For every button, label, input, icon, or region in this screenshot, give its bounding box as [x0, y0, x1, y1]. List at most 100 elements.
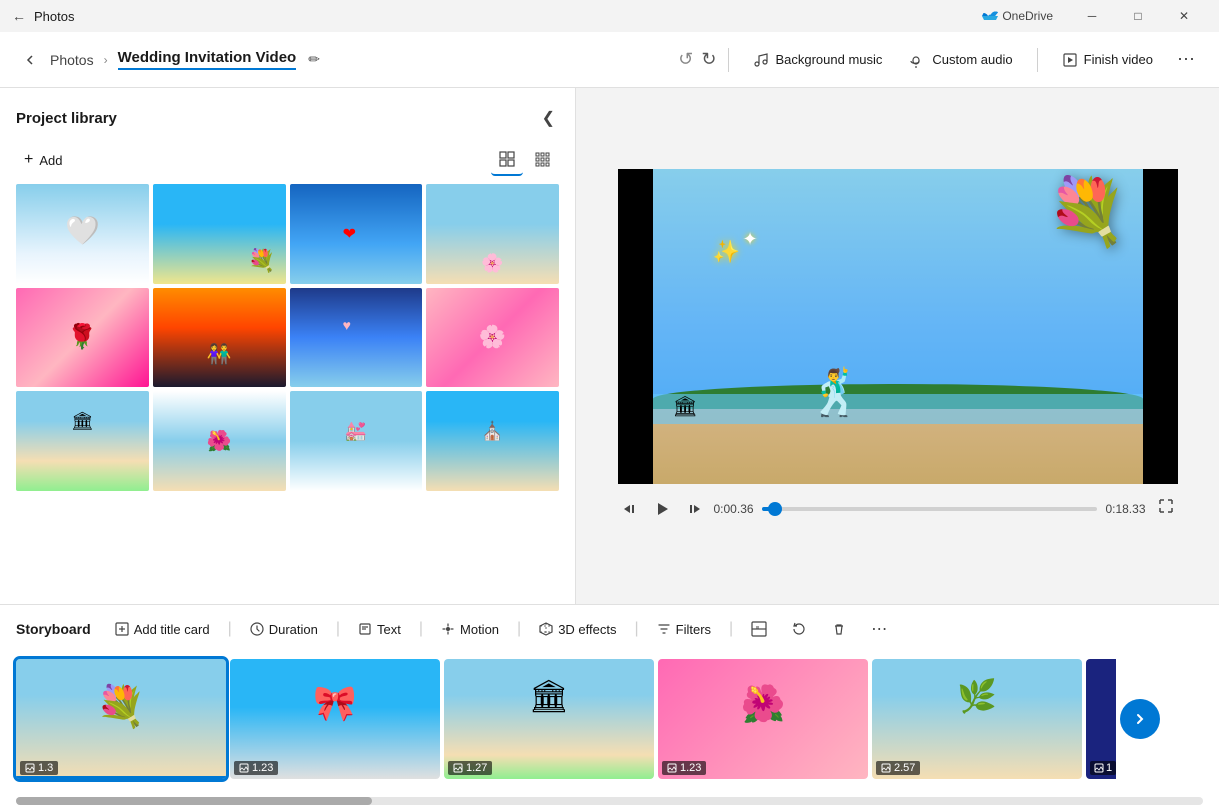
storyboard-item[interactable]: 🌺 1.23	[658, 659, 868, 779]
image-icon	[881, 763, 891, 773]
storyboard-duration-2: 1.23	[234, 761, 278, 775]
storyboard-more-button[interactable]: ⋯	[863, 615, 895, 643]
view-small-button[interactable]	[527, 144, 559, 176]
video-preview: 💐 🕺 ✨ ✦ 🏛	[618, 169, 1178, 484]
selection-bar	[16, 776, 226, 779]
storyboard-duration-5: 2.57	[876, 761, 920, 775]
back-icon[interactable]: ←	[12, 8, 26, 24]
motion-button[interactable]: Motion	[433, 618, 507, 641]
text-button[interactable]: Text	[350, 618, 409, 641]
image-icon	[667, 763, 677, 773]
onedrive-label: OneDrive	[982, 8, 1053, 24]
library-item[interactable]: 🌺	[153, 391, 286, 491]
audio-icon	[910, 52, 926, 68]
library-item[interactable]: ⛪	[426, 391, 559, 491]
image-icon	[453, 763, 463, 773]
current-time: 0:00.36	[714, 502, 754, 516]
storyboard-item[interactable]: 💐 1.3	[16, 659, 226, 779]
back-button[interactable]	[16, 46, 44, 74]
storyboard-strip: 💐 1.3 🎀 1.23 🏛 1.27 🌺	[0, 653, 1219, 793]
progress-thumb[interactable]	[768, 502, 782, 516]
text-icon	[358, 622, 372, 636]
more-options-button[interactable]: ⋯	[1169, 43, 1203, 76]
storyboard-item[interactable]: 🌿 2.57	[872, 659, 1082, 779]
progress-bar[interactable]	[762, 499, 1098, 519]
preview-area: 💐 🕺 ✨ ✦ 🏛 0:00.36	[576, 88, 1219, 604]
window-controls: ─ □ ✕	[1069, 0, 1207, 32]
redo-button[interactable]: ↻	[701, 49, 716, 70]
separator-3: |	[419, 620, 423, 638]
undo-button[interactable]: ↺	[678, 49, 693, 70]
view-large-icon	[499, 151, 515, 167]
toolbar-actions: ↺ ↻ Background music Custom audio Finish…	[678, 43, 1203, 76]
skip-forward-button[interactable]	[682, 497, 706, 521]
titlebar-app-name: Photos	[34, 9, 74, 24]
3d-effects-button[interactable]: 3D effects	[531, 618, 624, 641]
breadcrumb-arrow: ›	[104, 53, 108, 67]
play-button[interactable]	[650, 497, 674, 521]
separator-1: |	[228, 620, 232, 638]
storyboard-item-partial[interactable]: 1	[1086, 659, 1116, 779]
trim-icon	[751, 621, 767, 637]
next-page-button[interactable]	[1120, 699, 1160, 739]
delete-button[interactable]	[823, 617, 855, 641]
video-preview-inner: 💐 🕺 ✨ ✦ 🏛	[653, 169, 1143, 484]
breadcrumb: Photos › Wedding Invitation Video ✏	[16, 46, 320, 74]
add-title-card-icon	[115, 622, 129, 636]
project-library: Project library ❮ + Add 🤍	[0, 88, 576, 604]
separator-2: |	[336, 620, 340, 638]
duration-icon	[250, 622, 264, 636]
view-small-icon	[535, 152, 551, 168]
storyboard-duration-1: 1.3	[20, 761, 58, 775]
main-area: Project library ❮ + Add 🤍	[0, 88, 1219, 604]
add-title-card-button[interactable]: Add title card	[107, 618, 218, 641]
bottom-scrollbar[interactable]	[16, 797, 1203, 805]
3d-effects-icon	[539, 622, 553, 636]
skip-back-icon	[622, 501, 638, 517]
library-item[interactable]: 🌸	[426, 288, 559, 388]
storyboard-item[interactable]: 🎀 1.23	[230, 659, 440, 779]
toolbar: Photos › Wedding Invitation Video ✏ ↺ ↻ …	[0, 32, 1219, 88]
separator-6: |	[729, 620, 733, 638]
background-music-button[interactable]: Background music	[741, 46, 894, 74]
storyboard-header: Storyboard Add title card | Duration | T…	[0, 605, 1219, 653]
view-large-button[interactable]	[491, 144, 523, 176]
replay-icon	[791, 621, 807, 637]
separator-4: |	[517, 620, 521, 638]
finish-video-button[interactable]: Finish video	[1050, 46, 1165, 74]
video-controls: 0:00.36 0:18.33	[618, 494, 1178, 523]
library-item[interactable]: ❤	[290, 184, 423, 284]
library-item[interactable]: 🌸	[426, 184, 559, 284]
toolbar-divider-1	[728, 48, 729, 72]
filters-button[interactable]: Filters	[649, 618, 719, 641]
close-button[interactable]: ✕	[1161, 0, 1207, 32]
title-bar: ← Photos OneDrive ─ □ ✕	[0, 0, 1219, 32]
add-media-button[interactable]: + Add	[16, 147, 70, 173]
trim-button[interactable]	[743, 617, 775, 641]
storyboard-title: Storyboard	[16, 621, 91, 637]
library-item[interactable]: 💒	[290, 391, 423, 491]
skip-back-button[interactable]	[618, 497, 642, 521]
app-label: Photos	[50, 52, 94, 68]
image-icon	[239, 763, 249, 773]
separator-5: |	[635, 620, 639, 638]
fullscreen-icon	[1158, 498, 1174, 514]
view-toggle	[491, 144, 559, 176]
library-item[interactable]: ♥	[290, 288, 423, 388]
library-item[interactable]: 👫	[153, 288, 286, 388]
library-item[interactable]: 🏛	[16, 391, 149, 491]
edit-title-icon[interactable]: ✏	[308, 51, 320, 68]
progress-track	[762, 507, 1098, 511]
storyboard-item[interactable]: 🏛 1.27	[444, 659, 654, 779]
maximize-button[interactable]: □	[1115, 0, 1161, 32]
fullscreen-button[interactable]	[1154, 494, 1178, 523]
duration-button[interactable]: Duration	[242, 618, 326, 641]
library-item[interactable]: 🤍	[16, 184, 149, 284]
library-item[interactable]: 🌹	[16, 288, 149, 388]
replay-button[interactable]	[783, 617, 815, 641]
custom-audio-button[interactable]: Custom audio	[898, 46, 1024, 74]
library-item[interactable]: 💐	[153, 184, 286, 284]
trash-icon	[831, 621, 847, 637]
minimize-button[interactable]: ─	[1069, 0, 1115, 32]
library-collapse-button[interactable]: ❮	[538, 104, 559, 132]
